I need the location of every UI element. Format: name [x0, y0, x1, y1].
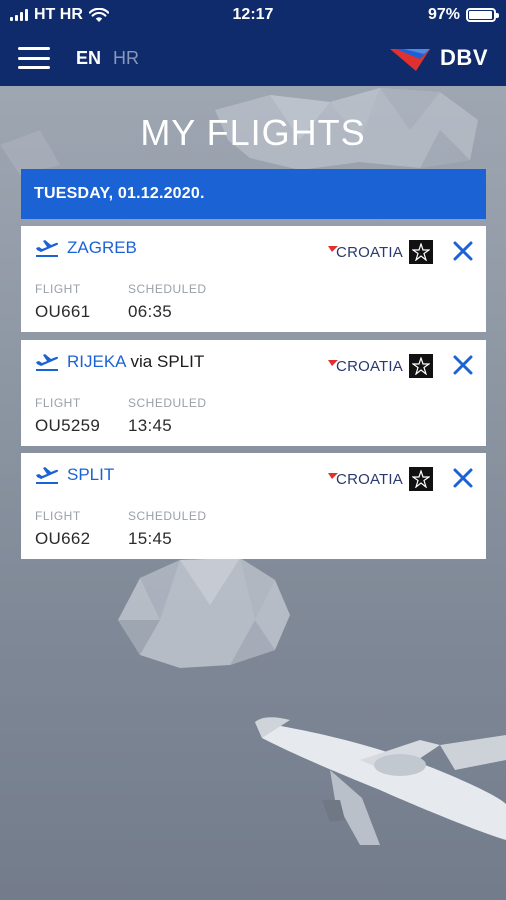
flight-card[interactable]: ZAGREB CROATIA FLIGHT OU661 SCHEDULED 06…	[21, 226, 486, 332]
signal-icon	[10, 9, 28, 21]
flight-label: FLIGHT	[35, 509, 81, 523]
scheduled-time: 06:35	[128, 302, 173, 321]
star-alliance-icon	[409, 354, 433, 378]
airline-name: CROATIA	[328, 244, 403, 261]
card-destination: RIJEKA via SPLIT	[35, 352, 204, 372]
battery-icon	[466, 8, 499, 22]
flight-number: OU661	[35, 302, 91, 321]
app-header: EN HR DBV	[0, 30, 506, 86]
page-title: MY FLIGHTS	[140, 112, 366, 153]
scheduled-column: SCHEDULED 15:45	[128, 509, 207, 549]
scheduled-column: SCHEDULED 06:35	[128, 282, 207, 322]
departure-plane-icon	[36, 354, 59, 371]
croatia-airlines-mark-icon	[328, 245, 339, 252]
logo-text: DBV	[440, 45, 488, 70]
flight-label: FLIGHT	[35, 396, 81, 410]
scheduled-label: SCHEDULED	[128, 282, 207, 296]
airplane-icon	[255, 717, 506, 845]
cloud-middle-icon	[118, 558, 290, 668]
menu-icon[interactable]	[18, 47, 50, 69]
airline-label: CROATIA	[336, 470, 403, 488]
carrier-label: HT HR	[34, 6, 83, 23]
airline-label: CROATIA	[336, 243, 403, 261]
flight-column: FLIGHT OU661	[35, 282, 90, 322]
scheduled-label: SCHEDULED	[128, 396, 207, 410]
flight-card[interactable]: RIJEKA via SPLIT CROATIA FLIGHT OU5259 S…	[21, 340, 486, 446]
star-alliance-icon	[409, 467, 433, 491]
destination-name: RIJEKA	[67, 352, 127, 371]
status-bar: HT HR 12:17 97%	[0, 0, 506, 30]
flight-card[interactable]: SPLIT CROATIA FLIGHT OU662 SCHEDULED 15:…	[21, 453, 486, 559]
dbv-logo: DBV	[390, 45, 488, 71]
flight-number: OU5259	[35, 416, 101, 435]
destination-via: via SPLIT	[130, 352, 205, 371]
scheduled-time: 15:45	[128, 529, 173, 548]
flight-column: FLIGHT OU5259	[35, 396, 100, 436]
airline-name: CROATIA	[328, 358, 403, 375]
status-left: HT HR	[10, 6, 109, 24]
battery-level-fill	[469, 11, 493, 19]
airline: CROATIA	[328, 354, 433, 378]
card-destination: SPLIT	[35, 465, 118, 485]
close-icon[interactable]	[452, 240, 474, 262]
close-icon[interactable]	[452, 467, 474, 489]
flight-column: FLIGHT OU662	[35, 509, 90, 549]
croatia-airlines-mark-icon	[328, 359, 339, 366]
scheduled-label: SCHEDULED	[128, 509, 207, 523]
wifi-icon	[88, 7, 109, 22]
language-switcher: EN HR	[76, 48, 139, 69]
croatia-airlines-mark-icon	[328, 472, 339, 479]
date-label: TUESDAY, 01.12.2020.	[34, 185, 205, 202]
departure-plane-icon	[36, 467, 59, 484]
destination-name: SPLIT	[67, 465, 115, 484]
destination-name: ZAGREB	[67, 238, 137, 257]
status-right: 97%	[427, 6, 499, 24]
dbv-logo-mark-icon	[390, 49, 431, 71]
scheduled-time: 13:45	[128, 416, 173, 435]
departure-plane-icon	[36, 240, 59, 257]
airline-name: CROATIA	[328, 471, 403, 488]
flight-number: OU662	[35, 529, 91, 548]
close-icon[interactable]	[452, 354, 474, 376]
scheduled-column: SCHEDULED 13:45	[128, 396, 207, 436]
date-banner: TUESDAY, 01.12.2020.	[21, 169, 486, 219]
airline-label: CROATIA	[336, 357, 403, 375]
airline: CROATIA	[328, 467, 433, 491]
airline: CROATIA	[328, 240, 433, 264]
star-alliance-icon	[409, 240, 433, 264]
flight-label: FLIGHT	[35, 282, 81, 296]
card-destination: ZAGREB	[35, 238, 141, 258]
language-hr[interactable]: HR	[113, 48, 139, 69]
language-en[interactable]: EN	[76, 48, 101, 69]
battery-percent: 97%	[427, 6, 460, 23]
